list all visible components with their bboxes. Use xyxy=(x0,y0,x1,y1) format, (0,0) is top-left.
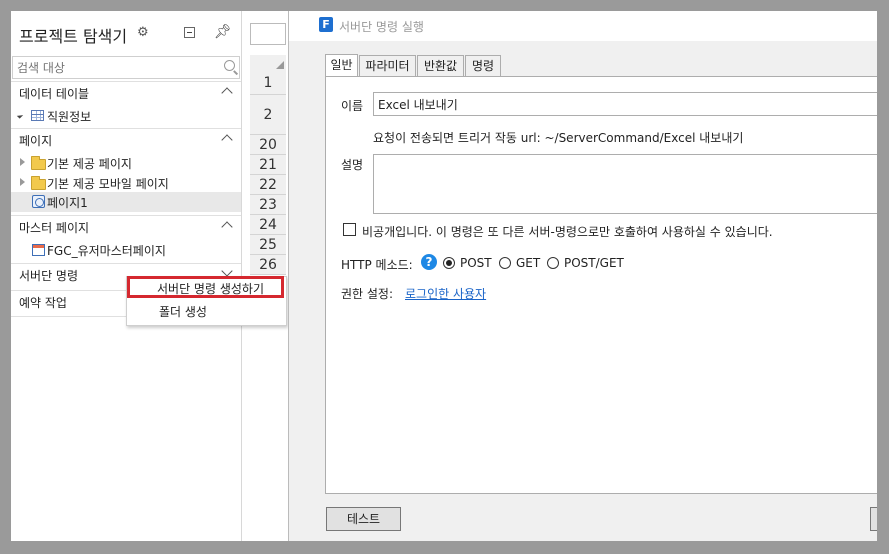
gear-icon[interactable]: ⚙ xyxy=(137,26,149,39)
description-field[interactable] xyxy=(373,154,877,214)
help-icon[interactable]: ? xyxy=(421,254,437,270)
tree-item-builtin-pages[interactable]: 기본 제공 페이지 xyxy=(11,153,241,173)
row-header[interactable]: 2 xyxy=(250,95,286,135)
tree-item-label: FGC_유저마스터페이지 xyxy=(47,244,166,258)
tab-commands[interactable]: 명령 xyxy=(465,55,501,77)
private-checkbox[interactable] xyxy=(343,223,356,236)
radio-post-get-label: POST/GET xyxy=(564,256,624,270)
radio-post-label: POST xyxy=(460,256,492,270)
master-page-icon xyxy=(32,244,45,256)
collapsed-triangle-icon[interactable] xyxy=(20,158,25,166)
folder-icon xyxy=(31,176,46,190)
collapsed-triangle-icon[interactable] xyxy=(20,178,25,186)
explorer-search xyxy=(12,56,240,79)
expand-triangle-icon[interactable] xyxy=(16,112,24,119)
explorer-header: 프로젝트 탐색기 ⚙ 📌︎ xyxy=(11,11,241,55)
section-label: 마스터 페이지 xyxy=(19,221,90,235)
section-pages[interactable]: 페이지 xyxy=(11,128,241,150)
radio-post-get[interactable] xyxy=(547,257,559,269)
table-icon xyxy=(31,110,44,121)
permission-link[interactable]: 로그인한 사용자 xyxy=(405,285,486,302)
folder-icon xyxy=(31,156,46,170)
row-header[interactable]: 26 xyxy=(250,255,286,275)
radio-get[interactable] xyxy=(499,257,511,269)
page-icon xyxy=(32,195,45,208)
radio-get-label: GET xyxy=(516,256,541,270)
tree-item-label: 페이지1 xyxy=(47,196,88,210)
collapse-all-icon[interactable] xyxy=(184,27,195,38)
menu-item-label: 폴더 생성 xyxy=(159,305,207,319)
dialog-titlebar: F 서버단 명령 실행 xyxy=(289,11,877,41)
row-header[interactable]: 21 xyxy=(250,155,286,175)
chevron-up-icon[interactable] xyxy=(221,87,233,99)
trigger-url-text: 요청이 전송되면 트리거 작동 url: ~/ServerCommand/Exc… xyxy=(373,131,744,145)
row-header[interactable]: 22 xyxy=(250,175,286,195)
row-header[interactable]: 25 xyxy=(250,235,286,255)
sheet-corner[interactable] xyxy=(250,55,286,72)
search-input[interactable] xyxy=(13,57,211,78)
section-label: 페이지 xyxy=(19,134,53,148)
row-header[interactable]: 1 xyxy=(250,71,286,95)
tree-item-builtin-mobile-pages[interactable]: 기본 제공 모바일 페이지 xyxy=(11,173,241,193)
section-label: 예약 작업 xyxy=(19,296,67,310)
tree-item-employee-table[interactable]: 직원정보 xyxy=(11,106,241,126)
name-label: 이름 xyxy=(341,99,364,113)
tree-item-page1[interactable]: 페이지1 xyxy=(11,192,241,212)
permission-label: 권한 설정: xyxy=(341,287,394,301)
radio-post[interactable] xyxy=(443,257,455,269)
chevron-up-icon[interactable] xyxy=(221,221,233,233)
app-window: 프로젝트 탐색기 ⚙ 📌︎ 데이터 테이블 직원정보 페이지 기본 제공 페 xyxy=(11,11,877,541)
section-master-pages[interactable]: 마스터 페이지 xyxy=(11,215,241,237)
name-field[interactable]: Excel 내보내기 xyxy=(373,92,877,116)
ok-button[interactable] xyxy=(870,507,877,531)
row-header[interactable]: 20 xyxy=(250,135,286,155)
section-data-tables[interactable]: 데이터 테이블 xyxy=(11,81,241,103)
row-header[interactable]: 23 xyxy=(250,195,286,215)
dialog-title: 서버단 명령 실행 xyxy=(339,20,424,34)
tab-return-value[interactable]: 반환값 xyxy=(417,55,464,77)
row-header[interactable]: 24 xyxy=(250,215,286,235)
menu-item-create-folder[interactable]: 폴더 생성 xyxy=(127,300,286,322)
description-label: 설명 xyxy=(341,158,364,172)
tree-item-label: 기본 제공 페이지 xyxy=(47,157,132,171)
tree-item-label: 기본 제공 모바일 페이지 xyxy=(47,177,169,191)
section-label: 데이터 테이블 xyxy=(19,87,90,101)
server-command-dialog: F 서버단 명령 실행 일반 파라미터 반환값 명령 이름 Excel 내보내기… xyxy=(288,11,877,541)
tab-general[interactable]: 일반 xyxy=(325,54,358,77)
private-checkbox-label: 비공개입니다. 이 명령은 또 다른 서버-명령으로만 호출하여 사용하실 수 … xyxy=(362,225,773,239)
app-icon: F xyxy=(319,17,333,32)
explorer-title: 프로젝트 탐색기 xyxy=(19,27,128,46)
formula-box[interactable] xyxy=(250,23,286,45)
tree-item-master-page[interactable]: FGC_유저마스터페이지 xyxy=(11,240,241,260)
test-button[interactable]: 테스트 xyxy=(326,507,401,531)
pin-icon[interactable]: 📌︎ xyxy=(214,24,232,40)
chevron-down-icon[interactable] xyxy=(221,265,233,277)
tab-parameters[interactable]: 파라미터 xyxy=(359,55,416,77)
section-label: 서버단 명령 xyxy=(19,269,79,283)
http-method-label: HTTP 메소드: xyxy=(341,258,413,272)
tree-item-label: 직원정보 xyxy=(47,110,92,124)
search-icon[interactable] xyxy=(224,60,235,71)
chevron-up-icon[interactable] xyxy=(221,134,233,146)
highlight-box xyxy=(127,276,284,298)
